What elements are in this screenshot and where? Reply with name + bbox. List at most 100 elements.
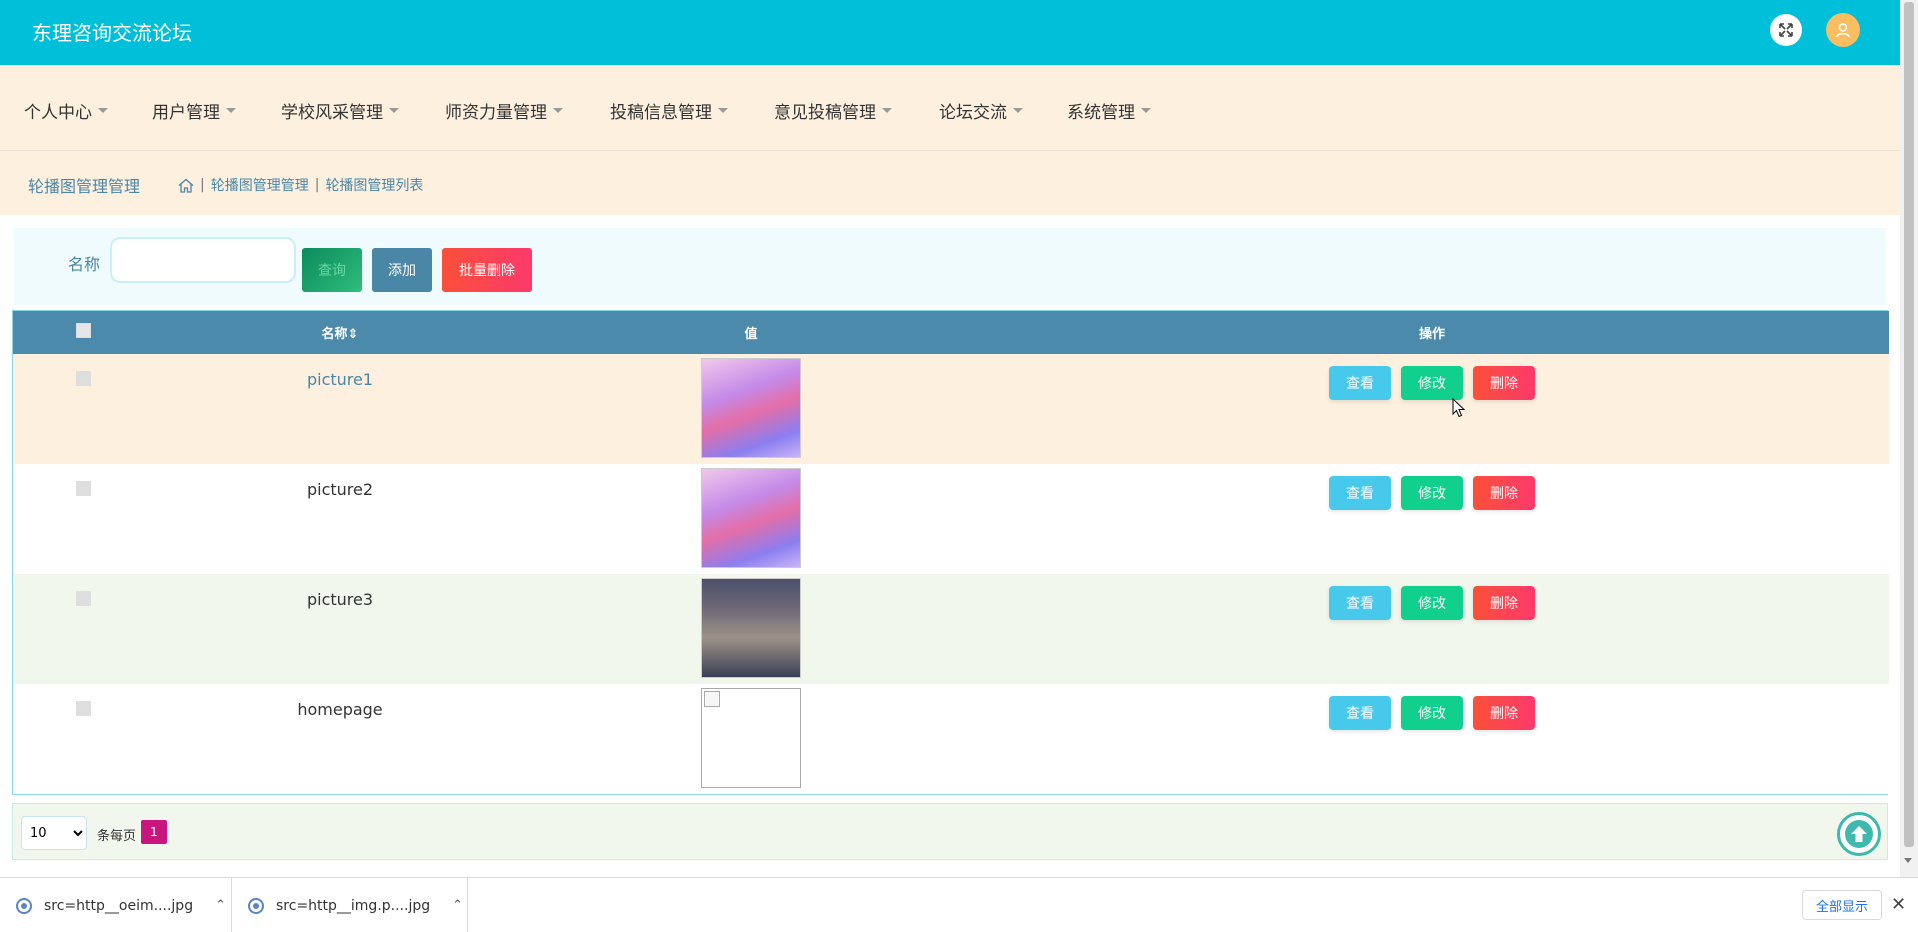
search-button[interactable]: 查询 xyxy=(302,248,362,292)
caret-down-icon xyxy=(389,108,399,113)
nav-item-label: 投稿信息管理 xyxy=(610,103,712,123)
nav-item-school-style[interactable]: 学校风采管理 xyxy=(281,98,399,123)
caret-down-icon xyxy=(718,108,728,113)
chevron-up-icon[interactable]: ⌃ xyxy=(452,898,463,913)
table-row: picture1 查看 修改 删除 xyxy=(13,354,1889,464)
nav-item-label: 论坛交流 xyxy=(939,103,1007,123)
caret-down-icon xyxy=(226,108,236,113)
home-icon[interactable] xyxy=(178,178,194,193)
show-all-downloads-button[interactable]: 全部显示 xyxy=(1802,890,1882,920)
back-to-top-button[interactable] xyxy=(1837,812,1881,856)
caret-down-icon xyxy=(1141,108,1151,113)
select-all-checkbox[interactable] xyxy=(75,323,91,338)
site-title: 东理咨询交流论坛 xyxy=(32,21,192,45)
nav-item-faculty[interactable]: 师资力量管理 xyxy=(445,98,563,123)
nav-item-opinion-submission[interactable]: 意见投稿管理 xyxy=(774,98,892,123)
page-title: 轮播图管理管理 xyxy=(28,177,141,196)
header-name[interactable]: 名称⇕ xyxy=(153,311,527,354)
nav-item-system[interactable]: 系统管理 xyxy=(1067,98,1151,123)
nav-item-label: 系统管理 xyxy=(1067,103,1135,123)
delete-button[interactable]: 删除 xyxy=(1473,696,1535,730)
nav-item-user-management[interactable]: 用户管理 xyxy=(152,98,236,123)
search-label: 名称 xyxy=(68,255,101,274)
add-button[interactable]: 添加 xyxy=(372,248,432,292)
caret-down-icon xyxy=(1013,108,1023,113)
arrow-up-icon xyxy=(1845,820,1873,848)
view-button[interactable]: 查看 xyxy=(1329,366,1391,400)
download-filename: src=http__oeim....jpg xyxy=(44,897,194,914)
download-filename: src=http__img.p....jpg xyxy=(276,897,431,914)
row-checkbox[interactable] xyxy=(75,591,91,606)
edit-button[interactable]: 修改 xyxy=(1401,366,1463,400)
pagination: 10 条每页 1 xyxy=(12,803,1888,860)
breadcrumb-separator: | xyxy=(314,177,320,193)
delete-button[interactable]: 删除 xyxy=(1473,476,1535,510)
broken-image-icon xyxy=(704,691,720,707)
download-item[interactable]: src=http__img.p....jpg ⌃ xyxy=(232,878,468,932)
breadcrumb-separator: | xyxy=(200,177,205,193)
search-bar: 名称 查询 添加 批量删除 xyxy=(14,228,1886,305)
delete-button[interactable]: 删除 xyxy=(1473,366,1535,400)
scroll-down-arrow-icon[interactable] xyxy=(1904,858,1912,863)
nav-item-label: 个人中心 xyxy=(24,103,92,123)
download-bar: src=http__oeim....jpg ⌃ src=http__img.p.… xyxy=(0,877,1918,932)
caret-down-icon xyxy=(553,108,563,113)
row-thumbnail xyxy=(701,468,801,568)
caret-down-icon xyxy=(882,108,892,113)
nav-item-label: 意见投稿管理 xyxy=(774,103,876,123)
nav-item-personal-center[interactable]: 个人中心 xyxy=(24,98,108,123)
header-value: 值 xyxy=(744,327,758,342)
row-checkbox[interactable] xyxy=(75,701,91,716)
mouse-cursor-icon xyxy=(1452,398,1466,418)
view-button[interactable]: 查看 xyxy=(1329,696,1391,730)
row-name: picture1 xyxy=(306,370,374,389)
breadcrumb-current: 轮播图管理列表 xyxy=(325,178,424,194)
data-table: 名称⇕ 值 操作 picture1 查看 修改 删除 picture2 查看 修… xyxy=(12,310,1889,795)
header-select-cell xyxy=(13,311,153,354)
sort-icon: ⇕ xyxy=(347,327,359,342)
edit-button[interactable]: 修改 xyxy=(1401,586,1463,620)
row-name: picture2 xyxy=(306,480,374,499)
user-avatar[interactable] xyxy=(1826,13,1860,47)
header-actions: 操作 xyxy=(1418,327,1445,342)
nav-item-label: 学校风采管理 xyxy=(281,103,383,123)
edit-button[interactable]: 修改 xyxy=(1401,696,1463,730)
batch-delete-button[interactable]: 批量删除 xyxy=(442,248,532,292)
chevron-up-icon[interactable]: ⌃ xyxy=(215,898,226,913)
header-name-label: 名称 xyxy=(321,327,348,342)
page-number-current[interactable]: 1 xyxy=(141,820,167,844)
row-checkbox[interactable] xyxy=(75,371,91,386)
image-file-icon xyxy=(16,897,32,914)
row-thumbnail xyxy=(701,578,801,678)
view-button[interactable]: 查看 xyxy=(1329,586,1391,620)
row-name: homepage xyxy=(297,700,383,719)
top-header: 东理咨询交流论坛 xyxy=(0,0,1900,65)
fullscreen-button[interactable] xyxy=(1770,14,1802,46)
table-header-row: 名称⇕ 值 操作 xyxy=(13,311,1889,354)
caret-down-icon xyxy=(98,108,108,113)
row-checkbox[interactable] xyxy=(75,481,91,496)
row-name: picture3 xyxy=(306,590,374,609)
nav-item-submission-info[interactable]: 投稿信息管理 xyxy=(610,98,728,123)
row-thumbnail xyxy=(701,358,801,458)
table-row: homepage 查看 修改 删除 xyxy=(13,684,1889,794)
per-page-label: 条每页 xyxy=(97,829,137,844)
breadcrumb-link[interactable]: 轮播图管理管理 xyxy=(211,175,309,195)
edit-button[interactable]: 修改 xyxy=(1401,476,1463,510)
row-thumbnail-broken xyxy=(701,688,801,788)
breadcrumb-bar: 轮播图管理管理 | 轮播图管理管理 | 轮播图管理列表 xyxy=(0,151,1900,215)
download-item[interactable]: src=http__oeim....jpg ⌃ xyxy=(0,878,232,932)
table-row: picture3 查看 修改 删除 xyxy=(13,574,1889,684)
nav-item-label: 用户管理 xyxy=(152,103,220,123)
close-icon[interactable]: ✕ xyxy=(1891,894,1906,915)
view-button[interactable]: 查看 xyxy=(1329,476,1391,510)
scrollbar-thumb[interactable] xyxy=(1904,2,1914,847)
image-file-icon xyxy=(248,897,264,914)
nav-item-label: 师资力量管理 xyxy=(445,103,547,123)
user-icon xyxy=(1836,23,1850,38)
delete-button[interactable]: 删除 xyxy=(1473,586,1535,620)
page-size-select[interactable]: 10 xyxy=(21,816,87,850)
nav-item-forum[interactable]: 论坛交流 xyxy=(939,98,1023,123)
table-row: picture2 查看 修改 删除 xyxy=(13,464,1889,574)
search-input[interactable] xyxy=(110,237,296,283)
